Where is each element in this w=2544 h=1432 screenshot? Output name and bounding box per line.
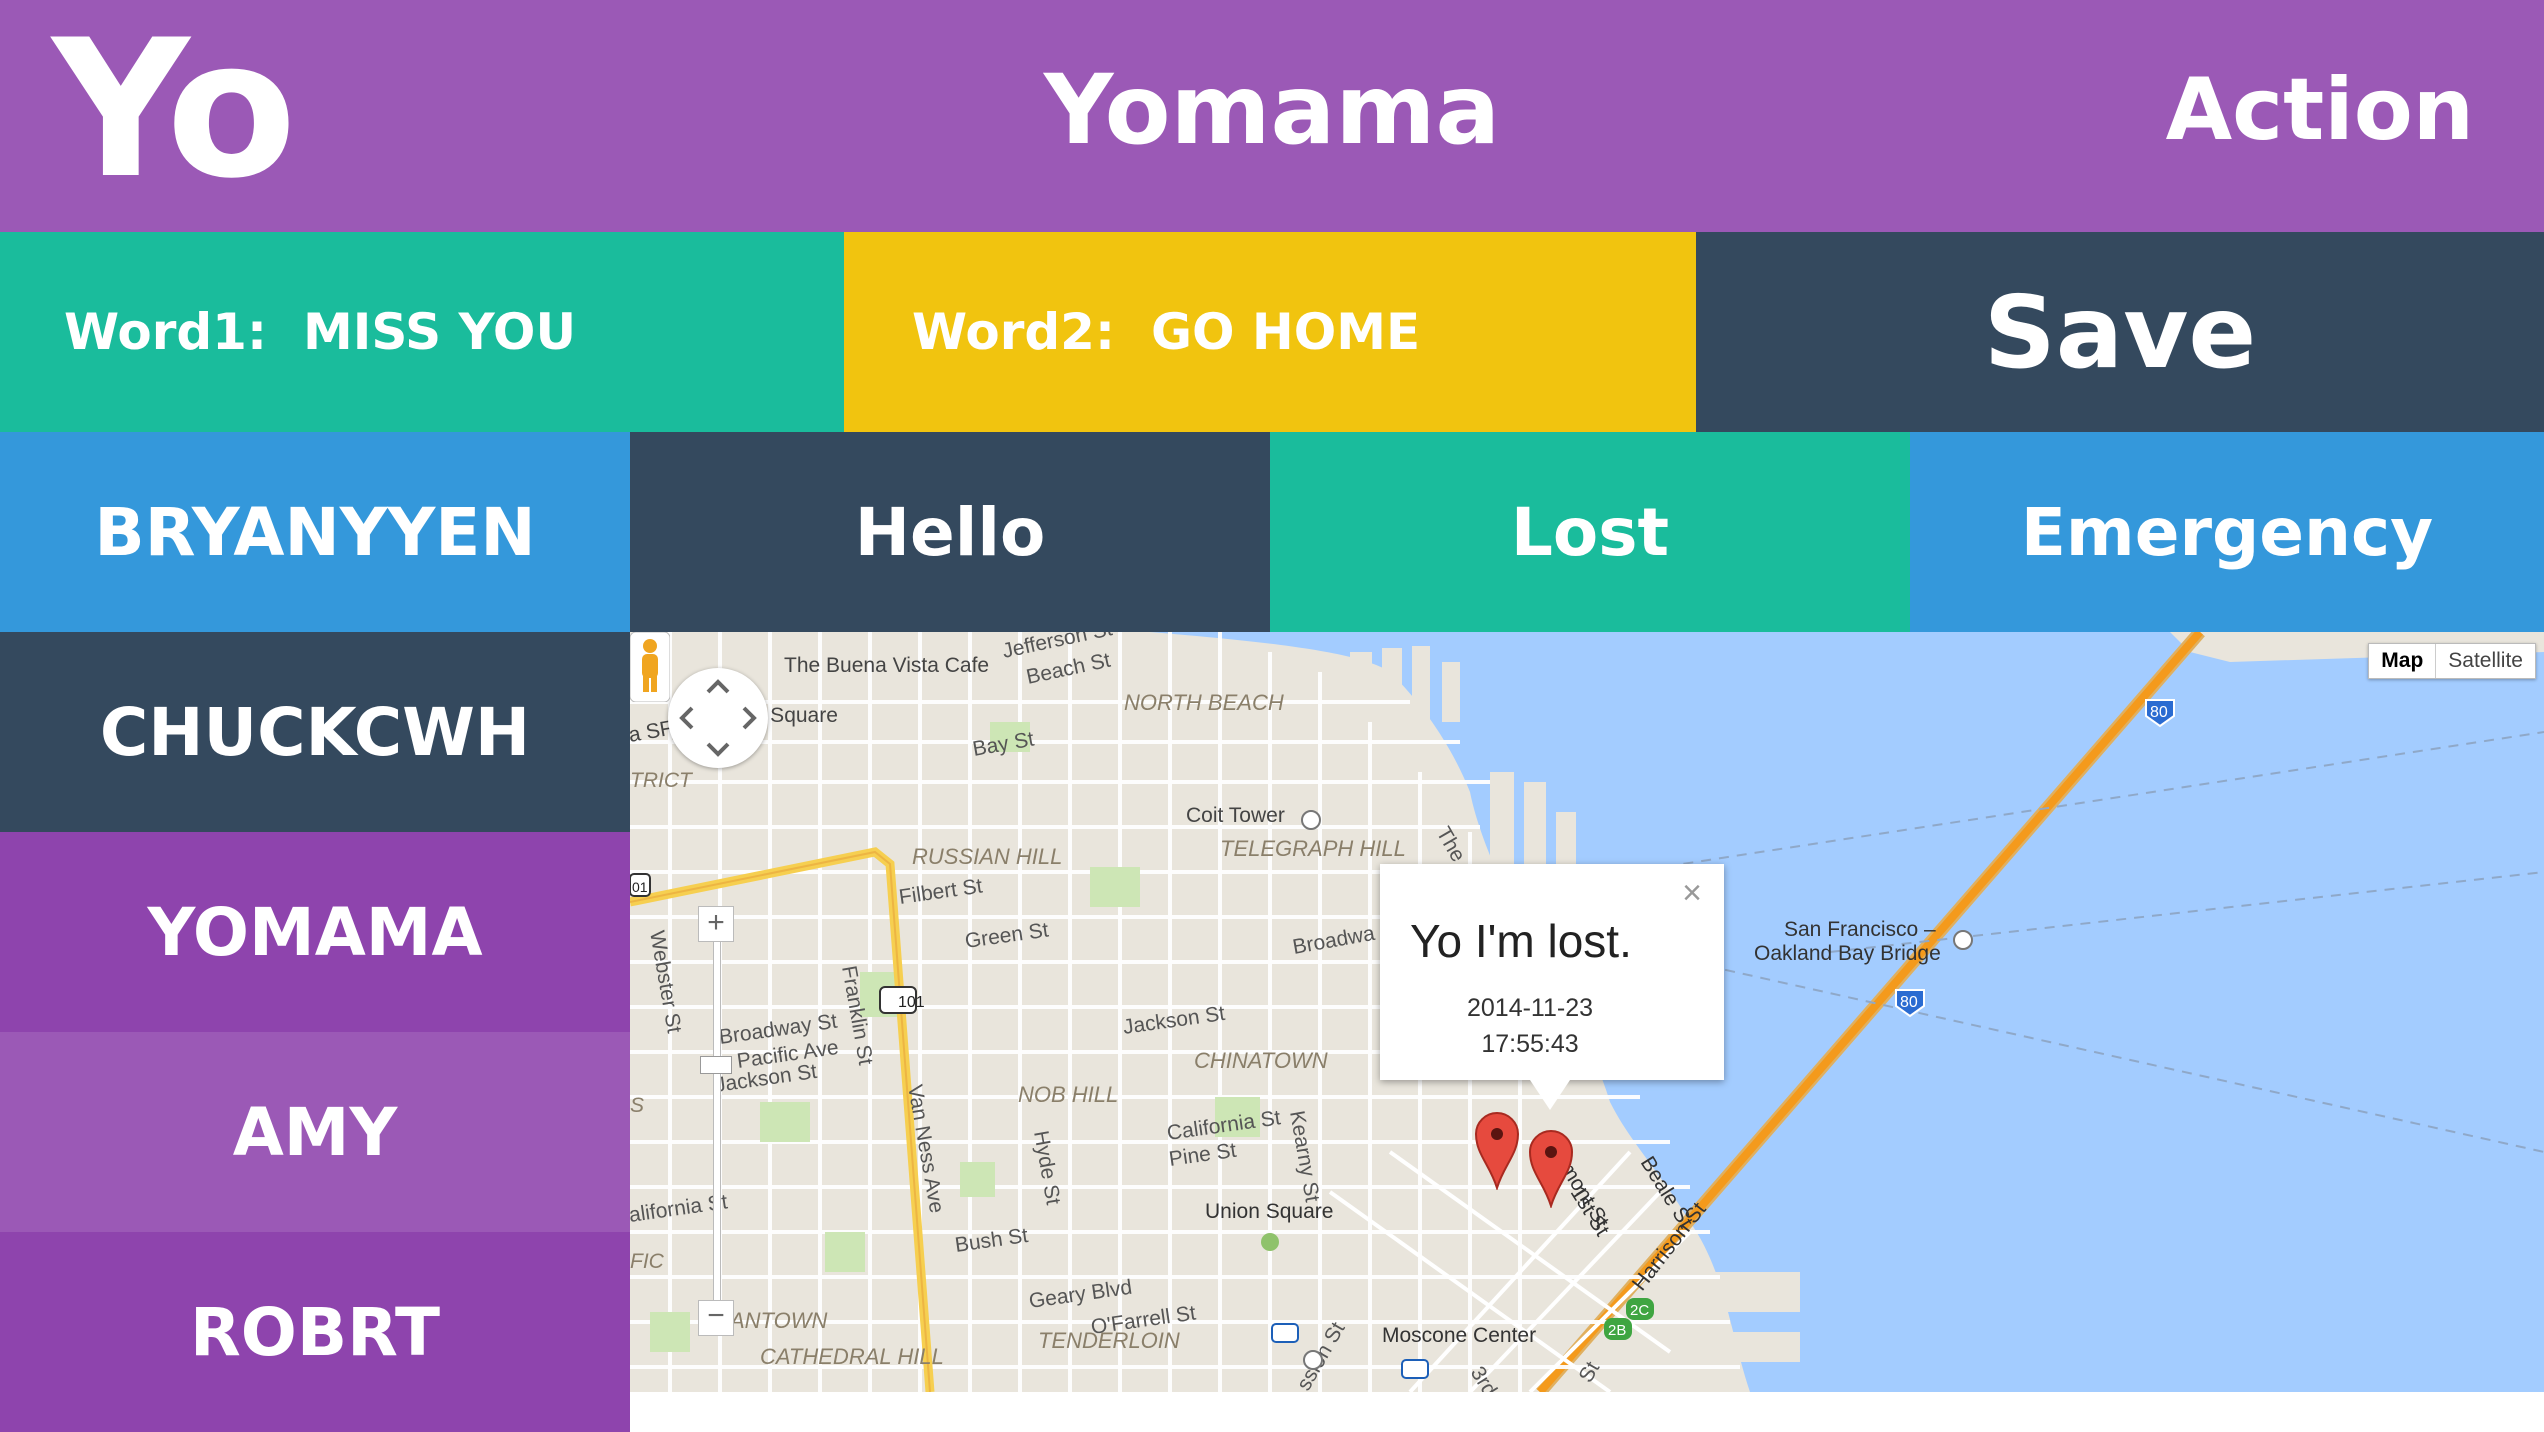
street-kearny: Kearny St <box>1285 1109 1324 1204</box>
shield-2b-label: 2B <box>1608 1322 1626 1339</box>
word1-value: MISS YOU <box>302 303 577 361</box>
shield-101-label: 101 <box>898 994 925 1011</box>
friend-button-chuckcwh[interactable]: CHUCKCWH <box>0 632 630 832</box>
district-s: S <box>630 1094 644 1117</box>
hello-button[interactable]: Hello <box>630 432 1270 632</box>
district-telegraph-hill: TELEGRAPH HILL <box>1220 836 1406 861</box>
poi-coit-tower: Coit Tower <box>1186 804 1285 827</box>
action-button[interactable]: Action <box>2166 55 2474 165</box>
top-bar: Yo Yomama Action <box>0 0 2544 232</box>
district-tenderloin: TENDERLOIN <box>1038 1328 1180 1353</box>
friend-button-bryanyyen[interactable]: BRYANYYEN <box>0 432 630 632</box>
save-button[interactable]: Save <box>1696 232 2544 432</box>
word1-label: Word1: <box>64 303 267 361</box>
district-russian-hill: RUSSIAN HILL <box>912 844 1062 869</box>
street-webster: Webster St <box>645 929 686 1035</box>
street-view-pegman-icon[interactable] <box>630 632 670 702</box>
poi-buena-vista: The Buena Vista Cafe <box>784 654 989 677</box>
emergency-button[interactable]: Emergency <box>1910 432 2544 632</box>
district-chinatown: CHINATOWN <box>1194 1048 1328 1073</box>
district-north-beach: NORTH BEACH <box>1124 690 1284 715</box>
zoom-out-icon[interactable]: − <box>698 1300 734 1336</box>
map-type-satellite-button[interactable]: Satellite <box>2436 644 2535 678</box>
shield-101b-label: 01 <box>632 879 648 895</box>
street-st-b: St <box>1574 1358 1604 1387</box>
word2-label: Word2: <box>912 303 1115 361</box>
district-rict: TRICT <box>630 769 694 792</box>
street-embarcadero: The <box>1432 823 1470 866</box>
pan-arrows-icon <box>679 679 757 757</box>
district-antown: ANTOWN <box>728 1308 827 1333</box>
map-view[interactable]: The Buena Vista Cafe Jefferson St Beach … <box>630 632 2544 1392</box>
map-type-control[interactable]: Map Satellite <box>2368 643 2536 679</box>
poi-moscone: Moscone Center <box>1382 1324 1536 1347</box>
bridge-label-1: San Francisco – <box>1784 918 1936 941</box>
lost-button[interactable]: Lost <box>1270 432 1910 632</box>
bridge-label-2: Oakland Bay Bridge <box>1754 942 1941 965</box>
info-window: × Yo I'm lost. 2014-11-23 17:55:43 <box>1380 864 1724 1110</box>
word2-value: GO HOME <box>1150 303 1421 361</box>
shield-2c-label: 2C <box>1630 1302 1649 1319</box>
poi-union-square: Union Square <box>1205 1200 1333 1223</box>
word1-field[interactable]: Word1: MISS YOU <box>0 232 844 432</box>
zoom-in-icon[interactable]: + <box>698 906 734 942</box>
zoom-slider-track[interactable] <box>713 942 721 1300</box>
shield-80b-label: 80 <box>1900 994 1918 1011</box>
close-icon[interactable]: × <box>1682 874 1702 913</box>
friend-button-robrt[interactable]: ROBRT <box>0 1232 630 1432</box>
info-window-title: Yo I'm lost. <box>1410 915 1632 967</box>
map-marker-icon[interactable] <box>1528 1128 1574 1208</box>
page-title: Yomama <box>1043 54 1501 166</box>
info-window-date: 2014-11-23 <box>1466 994 1594 1022</box>
info-window-time: 17:55:43 <box>1481 1030 1579 1058</box>
street-broadway-east: Broadwa <box>1291 922 1377 959</box>
district-cathedral-hill: CATHEDRAL HILL <box>760 1344 944 1369</box>
district-fic: FIC <box>630 1250 665 1273</box>
map-type-map-button[interactable]: Map <box>2369 644 2437 678</box>
shield-80a-label: 80 <box>2150 704 2168 721</box>
street-bay: Bay St <box>971 728 1036 761</box>
zoom-slider-handle[interactable] <box>700 1056 732 1074</box>
district-nob-hill: NOB HILL <box>1018 1082 1118 1107</box>
friend-button-amy[interactable]: AMY <box>0 1032 630 1232</box>
street-geary: Geary Blvd <box>1027 1276 1133 1313</box>
map-marker-icon[interactable] <box>1474 1110 1520 1190</box>
word2-field[interactable]: Word2: GO HOME <box>844 232 1696 432</box>
friend-button-yomama[interactable]: YOMAMA <box>0 832 630 1032</box>
street-green: Green St <box>963 918 1050 952</box>
pan-control[interactable] <box>668 668 768 768</box>
